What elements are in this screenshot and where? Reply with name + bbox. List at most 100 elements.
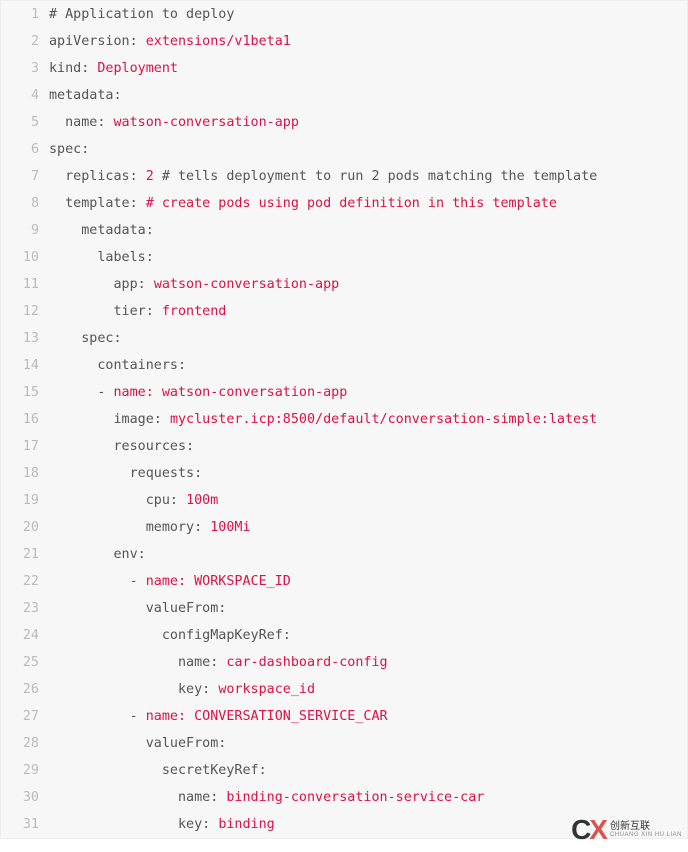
- code-line: 30 name: binding-conversation-service-ca…: [1, 784, 687, 811]
- token: key:: [178, 817, 218, 832]
- code-content: name: car-dashboard-config: [47, 649, 687, 676]
- line-number: 14: [1, 352, 47, 379]
- code-content: kind: Deployment: [47, 55, 687, 82]
- code-content: - name: WORKSPACE_ID: [47, 568, 687, 595]
- code-content: image: mycluster.icp:8500/default/conver…: [47, 406, 687, 433]
- token: cpu:: [146, 493, 186, 508]
- code-content: cpu: 100m: [47, 487, 687, 514]
- code-line: 21 env:: [1, 541, 687, 568]
- token: apiVersion:: [49, 34, 146, 49]
- line-number: 19: [1, 487, 47, 514]
- line-number: 17: [1, 433, 47, 460]
- token: valueFrom:: [146, 736, 227, 751]
- token: binding: [218, 817, 274, 832]
- line-number: 18: [1, 460, 47, 487]
- code-line: 11 app: watson-conversation-app: [1, 271, 687, 298]
- code-content: # Application to deploy: [47, 1, 687, 28]
- token: binding-conversation-service-car: [226, 790, 484, 805]
- code-content: env:: [47, 541, 687, 568]
- line-number: 8: [1, 190, 47, 217]
- code-content: key: workspace_id: [47, 676, 687, 703]
- token: name:: [178, 790, 226, 805]
- line-number: 25: [1, 649, 47, 676]
- token: valueFrom:: [146, 601, 227, 616]
- token: configMapKeyRef:: [162, 628, 291, 643]
- code-content: memory: 100Mi: [47, 514, 687, 541]
- code-content: containers:: [47, 352, 687, 379]
- code-content: name: binding-conversation-service-car: [47, 784, 687, 811]
- token: name:: [65, 115, 113, 130]
- line-number: 11: [1, 271, 47, 298]
- line-number: 28: [1, 730, 47, 757]
- token: watson-conversation-app: [114, 115, 299, 130]
- token: name: CONVERSATION_SERVICE_CAR: [146, 709, 388, 724]
- code-block: 1# Application to deploy 2 apiVersion: ext…: [0, 0, 688, 839]
- code-line: 8 template: # create pods using pod defi…: [1, 190, 687, 217]
- code-content: name: watson-conversation-app: [47, 109, 687, 136]
- token: spec:: [49, 142, 89, 157]
- code-line: 28 valueFrom:: [1, 730, 687, 757]
- token: frontend: [162, 304, 227, 319]
- code-content: configMapKeyRef:: [47, 622, 687, 649]
- code-content: labels:: [47, 244, 687, 271]
- token: secretKeyRef:: [162, 763, 267, 778]
- token: name: WORKSPACE_ID: [146, 574, 291, 589]
- line-number: 1: [1, 1, 47, 28]
- code-content: valueFrom:: [47, 595, 687, 622]
- token: requests:: [130, 466, 203, 481]
- code-content: resources:: [47, 433, 687, 460]
- code-line: 23 valueFrom:: [1, 595, 687, 622]
- token: labels:: [97, 250, 153, 265]
- code-content: apiVersion: extensions/v1beta1: [47, 28, 687, 55]
- token: # tells deployment to run 2 pods matchin…: [154, 169, 597, 184]
- code-line: 3kind: Deployment: [1, 55, 687, 82]
- code-line: 9 metadata:: [1, 217, 687, 244]
- line-number: 13: [1, 325, 47, 352]
- line-number: 15: [1, 379, 47, 406]
- token: workspace_id: [218, 682, 315, 697]
- token: mycluster.icp:8500/default/conversation-…: [170, 412, 597, 427]
- token: image:: [114, 412, 170, 427]
- token: containers:: [97, 358, 186, 373]
- watermark-logo: CX: [571, 814, 606, 846]
- line-number: 21: [1, 541, 47, 568]
- token: 2: [146, 169, 154, 184]
- token: 100m: [186, 493, 218, 508]
- code-line: 18 requests:: [1, 460, 687, 487]
- code-content: metadata:: [47, 217, 687, 244]
- code-line: 12 tier: frontend: [1, 298, 687, 325]
- line-number: 4: [1, 82, 47, 109]
- code-line: 16 image: mycluster.icp:8500/default/con…: [1, 406, 687, 433]
- token: app:: [114, 277, 154, 292]
- code-line: 22 - name: WORKSPACE_ID: [1, 568, 687, 595]
- token: spec:: [81, 331, 121, 346]
- token: replicas:: [65, 169, 146, 184]
- code-content: spec:: [47, 136, 687, 163]
- token: -: [130, 709, 146, 724]
- line-number: 27: [1, 703, 47, 730]
- token: extensions/v1beta1: [146, 34, 291, 49]
- line-number: 23: [1, 595, 47, 622]
- line-number: 30: [1, 784, 47, 811]
- code-content: - name: CONVERSATION_SERVICE_CAR: [47, 703, 687, 730]
- code-content: tier: frontend: [47, 298, 687, 325]
- token: metadata:: [81, 223, 154, 238]
- token: watson-conversation-app: [154, 277, 339, 292]
- code-line: 13 spec:: [1, 325, 687, 352]
- token: memory:: [146, 520, 211, 535]
- line-number: 3: [1, 55, 47, 82]
- code-line: 7 replicas: 2 # tells deployment to run …: [1, 163, 687, 190]
- code-line: 27 - name: CONVERSATION_SERVICE_CAR: [1, 703, 687, 730]
- line-number: 24: [1, 622, 47, 649]
- code-line: 5 name: watson-conversation-app: [1, 109, 687, 136]
- watermark: CX 创新互联 CHUANG XIN HU LIAN: [571, 814, 682, 846]
- code-content: requests:: [47, 460, 687, 487]
- token: 100Mi: [210, 520, 250, 535]
- code-content: template: # create pods using pod defini…: [47, 190, 687, 217]
- token: resources:: [114, 439, 195, 454]
- code-line: 26 key: workspace_id: [1, 676, 687, 703]
- line-number: 5: [1, 109, 47, 136]
- token: -: [130, 574, 146, 589]
- token: name:: [178, 655, 226, 670]
- code-line: 25 name: car-dashboard-config: [1, 649, 687, 676]
